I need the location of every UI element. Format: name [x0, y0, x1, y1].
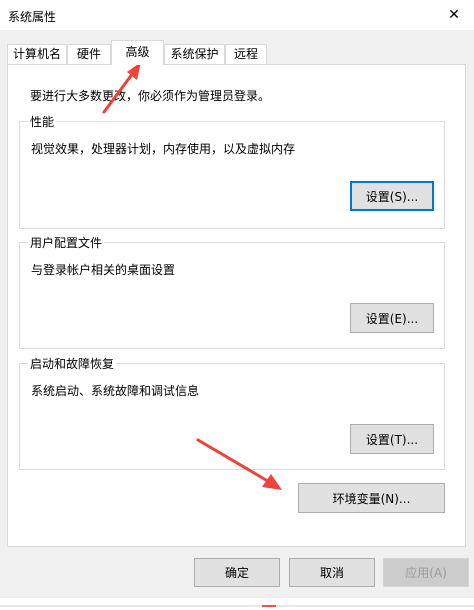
- user-profiles-group: 用户配置文件 与登录帐户相关的桌面设置 设置(E)...: [19, 234, 445, 349]
- user-profiles-settings-button[interactable]: 设置(E)...: [350, 303, 434, 333]
- tab-label: 系统保护: [170, 47, 219, 61]
- performance-group: 性能 视觉效果，处理器计划，内存使用，以及虚拟内存 设置(S)...: [19, 113, 445, 229]
- button-label: 设置(T)...: [365, 432, 419, 447]
- admin-notice: 要进行大多数更改，你必须作为管理员登录。: [30, 89, 271, 103]
- system-properties-window: 系统属性 ✕ 计算机名 硬件 高级 系统保护 远程 要进行大多数更改，你必须作为…: [0, 0, 474, 607]
- advanced-tab-panel: 要进行大多数更改，你必须作为管理员登录。 性能 视觉效果，处理器计划，内存使用，…: [7, 64, 466, 547]
- button-label: 设置(S)...: [365, 189, 419, 204]
- startup-recovery-group: 启动和故障恢复 系统启动、系统故障和调试信息 设置(T)...: [19, 355, 445, 470]
- button-label: 确定: [224, 566, 249, 580]
- environment-variables-button[interactable]: 环境变量(N)...: [298, 483, 445, 513]
- startup-recovery-label: 启动和故障恢复: [28, 355, 117, 372]
- startup-recovery-settings-button[interactable]: 设置(T)...: [350, 424, 434, 454]
- tab-label: 计算机名: [12, 47, 61, 61]
- close-button[interactable]: ✕: [434, 0, 474, 30]
- performance-settings-button[interactable]: 设置(S)...: [350, 181, 434, 211]
- user-profiles-desc: 与登录帐户相关的桌面设置: [31, 263, 176, 277]
- tab-system-protection[interactable]: 系统保护: [164, 44, 225, 64]
- button-label: 设置(E)...: [365, 311, 419, 326]
- close-icon: ✕: [448, 7, 460, 23]
- button-label: 应用(A): [405, 566, 447, 580]
- startup-recovery-desc: 系统启动、系统故障和调试信息: [31, 384, 200, 398]
- ok-button[interactable]: 确定: [194, 558, 280, 587]
- cancel-button[interactable]: 取消: [289, 558, 375, 587]
- tab-hardware[interactable]: 硬件: [67, 44, 111, 64]
- window-title: 系统属性: [8, 10, 57, 24]
- tab-strip: 计算机名 硬件 高级 系统保护 远程: [0, 40, 474, 65]
- tab-remote[interactable]: 远程: [225, 44, 267, 64]
- tab-advanced[interactable]: 高级: [111, 40, 164, 65]
- performance-desc: 视觉效果，处理器计划，内存使用，以及虚拟内存: [31, 142, 296, 156]
- bottom-edge-svg: [0, 605, 474, 607]
- tab-label: 硬件: [76, 47, 101, 61]
- tab-label: 高级: [125, 45, 150, 59]
- tab-computer-name[interactable]: 计算机名: [7, 44, 67, 64]
- user-profiles-label: 用户配置文件: [28, 234, 105, 251]
- performance-label: 性能: [28, 113, 57, 130]
- apply-button[interactable]: 应用(A): [383, 558, 469, 587]
- button-label: 取消: [319, 566, 344, 580]
- button-label: 环境变量(N)...: [332, 491, 411, 506]
- tab-label: 远程: [233, 47, 258, 61]
- title-bar: 系统属性 ✕: [0, 0, 474, 30]
